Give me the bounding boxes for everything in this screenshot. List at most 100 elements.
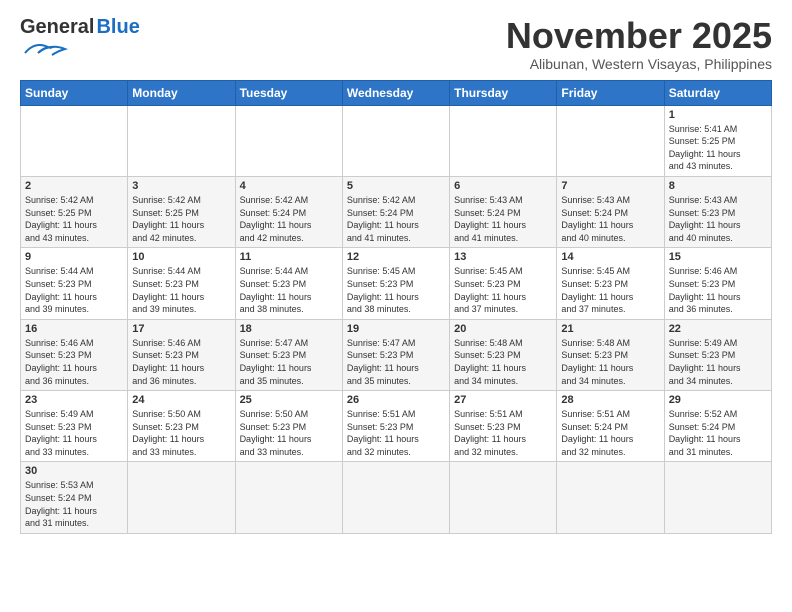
calendar-cell: 15Sunrise: 5:46 AM Sunset: 5:23 PM Dayli… — [664, 248, 771, 319]
day-number: 7 — [561, 180, 659, 192]
day-info: Sunrise: 5:44 AM Sunset: 5:23 PM Dayligh… — [25, 265, 123, 315]
day-info: Sunrise: 5:46 AM Sunset: 5:23 PM Dayligh… — [25, 337, 123, 387]
day-info: Sunrise: 5:47 AM Sunset: 5:23 PM Dayligh… — [240, 337, 338, 387]
day-info: Sunrise: 5:45 AM Sunset: 5:23 PM Dayligh… — [561, 265, 659, 315]
calendar-table: SundayMondayTuesdayWednesdayThursdayFrid… — [20, 80, 772, 534]
calendar-cell: 12 Sunrise: 5:45 AM Sunset: 5:23 PM Dayli… — [342, 248, 449, 319]
calendar-cell: 1Sunrise: 5:41 AM Sunset: 5:25 PM Daylig… — [664, 105, 771, 176]
header: General Blue November 2025 Alibunan, Wes… — [20, 16, 772, 72]
calendar-cell — [450, 462, 557, 533]
calendar-cell: 9 Sunrise: 5:44 AM Sunset: 5:23 PM Daylig… — [21, 248, 128, 319]
day-info: Sunrise: 5:44 AM Sunset: 5:23 PM Dayligh… — [132, 265, 230, 315]
calendar-cell: 23 Sunrise: 5:49 AM Sunset: 5:23 PM Dayli… — [21, 391, 128, 462]
calendar-cell: 2 Sunrise: 5:42 AM Sunset: 5:25 PM Daylig… — [21, 176, 128, 247]
title-block: November 2025 Alibunan, Western Visayas,… — [506, 16, 772, 72]
day-info: Sunrise: 5:51 AM Sunset: 5:23 PM Dayligh… — [454, 408, 552, 458]
day-number: 12 — [347, 251, 445, 263]
calendar-cell: 11Sunrise: 5:44 AM Sunset: 5:23 PM Dayli… — [235, 248, 342, 319]
day-info: Sunrise: 5:42 AM Sunset: 5:25 PM Dayligh… — [25, 194, 123, 244]
day-info: Sunrise: 5:50 AM Sunset: 5:23 PM Dayligh… — [240, 408, 338, 458]
day-header-sunday: Sunday — [21, 80, 128, 105]
calendar-cell: 24Sunrise: 5:50 AM Sunset: 5:23 PM Dayli… — [128, 391, 235, 462]
day-number: 11 — [240, 251, 338, 263]
day-header-tuesday: Tuesday — [235, 80, 342, 105]
day-info: Sunrise: 5:53 AM Sunset: 5:24 PM Dayligh… — [25, 479, 123, 529]
calendar-cell: 10 Sunrise: 5:44 AM Sunset: 5:23 PM Dayli… — [128, 248, 235, 319]
day-number: 26 — [347, 394, 445, 406]
day-number: 23 — [25, 394, 123, 406]
day-number: 19 — [347, 323, 445, 335]
calendar-cell: 16 Sunrise: 5:46 AM Sunset: 5:23 PM Dayli… — [21, 319, 128, 390]
calendar-cell: 30 Sunrise: 5:53 AM Sunset: 5:24 PM Dayli… — [21, 462, 128, 533]
calendar-cell — [128, 462, 235, 533]
calendar-cell: 6 Sunrise: 5:43 AM Sunset: 5:24 PM Daylig… — [450, 176, 557, 247]
day-info: Sunrise: 5:48 AM Sunset: 5:23 PM Dayligh… — [454, 337, 552, 387]
month-title: November 2025 — [506, 16, 772, 56]
calendar-cell — [557, 105, 664, 176]
day-info: Sunrise: 5:43 AM Sunset: 5:23 PM Dayligh… — [669, 194, 767, 244]
calendar-cell — [557, 462, 664, 533]
day-number: 28 — [561, 394, 659, 406]
calendar-cell: 4 Sunrise: 5:42 AM Sunset: 5:24 PM Daylig… — [235, 176, 342, 247]
calendar-cell: 27 Sunrise: 5:51 AM Sunset: 5:23 PM Dayli… — [450, 391, 557, 462]
calendar-cell: 29 Sunrise: 5:52 AM Sunset: 5:24 PM Dayli… — [664, 391, 771, 462]
calendar-cell: 18Sunrise: 5:47 AM Sunset: 5:23 PM Dayli… — [235, 319, 342, 390]
day-number: 8 — [669, 180, 767, 192]
day-number: 14 — [561, 251, 659, 263]
day-info: Sunrise: 5:46 AM Sunset: 5:23 PM Dayligh… — [669, 265, 767, 315]
calendar-cell: 14 Sunrise: 5:45 AM Sunset: 5:23 PM Dayli… — [557, 248, 664, 319]
day-info: Sunrise: 5:43 AM Sunset: 5:24 PM Dayligh… — [561, 194, 659, 244]
day-info: Sunrise: 5:51 AM Sunset: 5:24 PM Dayligh… — [561, 408, 659, 458]
calendar-cell: 5Sunrise: 5:42 AM Sunset: 5:24 PM Daylig… — [342, 176, 449, 247]
day-info: Sunrise: 5:43 AM Sunset: 5:24 PM Dayligh… — [454, 194, 552, 244]
calendar-cell — [235, 462, 342, 533]
logo-bird-icon — [20, 39, 70, 61]
day-info: Sunrise: 5:48 AM Sunset: 5:23 PM Dayligh… — [561, 337, 659, 387]
day-number: 22 — [669, 323, 767, 335]
calendar-week-row: 2 Sunrise: 5:42 AM Sunset: 5:25 PM Daylig… — [21, 176, 772, 247]
day-number: 24 — [132, 394, 230, 406]
day-number: 2 — [25, 180, 123, 192]
calendar-cell: 25Sunrise: 5:50 AM Sunset: 5:23 PM Dayli… — [235, 391, 342, 462]
calendar-cell: 7 Sunrise: 5:43 AM Sunset: 5:24 PM Daylig… — [557, 176, 664, 247]
location-subtitle: Alibunan, Western Visayas, Philippines — [506, 56, 772, 72]
days-header-row: SundayMondayTuesdayWednesdayThursdayFrid… — [21, 80, 772, 105]
calendar-cell — [128, 105, 235, 176]
day-info: Sunrise: 5:49 AM Sunset: 5:23 PM Dayligh… — [669, 337, 767, 387]
day-header-friday: Friday — [557, 80, 664, 105]
day-number: 21 — [561, 323, 659, 335]
calendar-cell — [450, 105, 557, 176]
calendar-cell: 26 Sunrise: 5:51 AM Sunset: 5:23 PM Dayli… — [342, 391, 449, 462]
logo: General Blue — [20, 16, 140, 61]
calendar-week-row: 9 Sunrise: 5:44 AM Sunset: 5:23 PM Daylig… — [21, 248, 772, 319]
calendar-cell: 17 Sunrise: 5:46 AM Sunset: 5:23 PM Dayli… — [128, 319, 235, 390]
calendar-cell: 8 Sunrise: 5:43 AM Sunset: 5:23 PM Daylig… — [664, 176, 771, 247]
day-info: Sunrise: 5:45 AM Sunset: 5:23 PM Dayligh… — [454, 265, 552, 315]
day-info: Sunrise: 5:42 AM Sunset: 5:24 PM Dayligh… — [240, 194, 338, 244]
day-info: Sunrise: 5:49 AM Sunset: 5:23 PM Dayligh… — [25, 408, 123, 458]
day-number: 10 — [132, 251, 230, 263]
day-header-wednesday: Wednesday — [342, 80, 449, 105]
day-number: 5 — [347, 180, 445, 192]
calendar-cell — [235, 105, 342, 176]
day-number: 6 — [454, 180, 552, 192]
day-number: 9 — [25, 251, 123, 263]
calendar-week-row: 30 Sunrise: 5:53 AM Sunset: 5:24 PM Dayli… — [21, 462, 772, 533]
calendar-cell: 22 Sunrise: 5:49 AM Sunset: 5:23 PM Dayli… — [664, 319, 771, 390]
day-number: 17 — [132, 323, 230, 335]
day-info: Sunrise: 5:51 AM Sunset: 5:23 PM Dayligh… — [347, 408, 445, 458]
day-info: Sunrise: 5:45 AM Sunset: 5:23 PM Dayligh… — [347, 265, 445, 315]
day-number: 4 — [240, 180, 338, 192]
day-number: 30 — [25, 465, 123, 477]
day-info: Sunrise: 5:46 AM Sunset: 5:23 PM Dayligh… — [132, 337, 230, 387]
day-number: 13 — [454, 251, 552, 263]
day-number: 27 — [454, 394, 552, 406]
calendar-cell: 21 Sunrise: 5:48 AM Sunset: 5:23 PM Dayli… — [557, 319, 664, 390]
calendar-cell — [342, 105, 449, 176]
day-number: 16 — [25, 323, 123, 335]
day-number: 29 — [669, 394, 767, 406]
calendar-week-row: 23 Sunrise: 5:49 AM Sunset: 5:23 PM Dayli… — [21, 391, 772, 462]
day-number: 3 — [132, 180, 230, 192]
day-number: 1 — [669, 109, 767, 121]
day-info: Sunrise: 5:52 AM Sunset: 5:24 PM Dayligh… — [669, 408, 767, 458]
